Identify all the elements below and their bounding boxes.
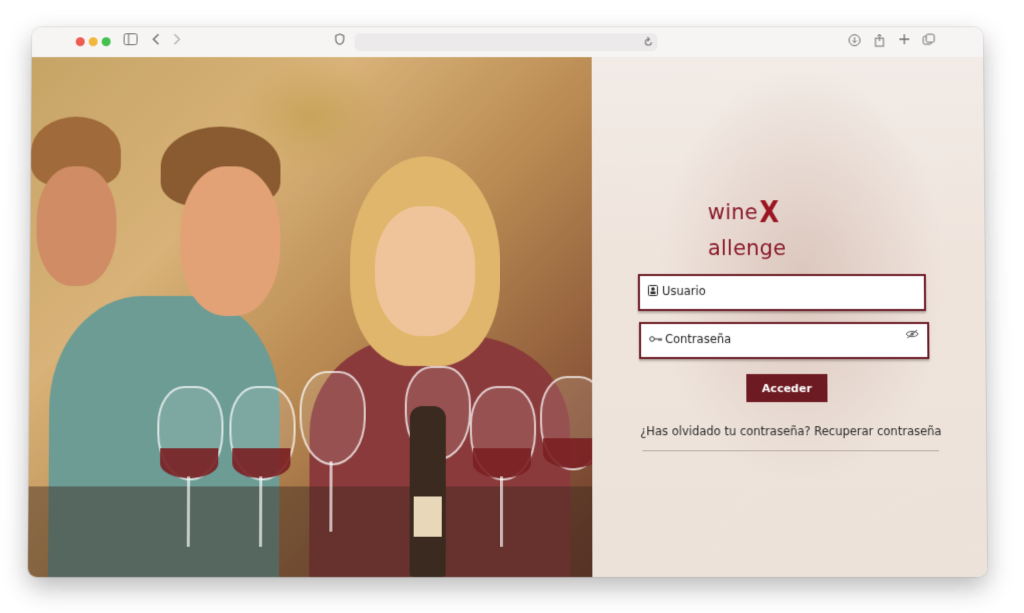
download-icon[interactable]	[847, 33, 863, 51]
username-field[interactable]: Usuario	[637, 274, 927, 311]
logo-text-part2: allenge	[707, 236, 787, 261]
glass-stem	[499, 476, 503, 547]
hero-photo	[27, 57, 593, 578]
plus-icon[interactable]	[896, 33, 912, 51]
table-shape	[27, 486, 593, 578]
person-shape	[374, 206, 476, 336]
wine-fill	[160, 448, 219, 479]
chevron-left-icon[interactable]	[148, 33, 164, 51]
user-badge-icon	[648, 285, 659, 299]
wine-bottle	[409, 406, 446, 578]
logo-x-mark: X	[759, 195, 780, 231]
sidebar-icon[interactable]	[123, 33, 139, 51]
browser-toolbar	[31, 27, 984, 59]
minimize-window-button[interactable]	[88, 37, 98, 47]
zoom-window-button[interactable]	[101, 37, 111, 47]
address-bar[interactable]	[354, 33, 658, 52]
key-icon	[648, 333, 663, 346]
login-panel: wineXallenge Usuario Contraseña Acceder …	[591, 57, 988, 578]
logo-text-part1: wine	[707, 200, 758, 225]
wine-fill	[472, 448, 532, 479]
browser-window: wineXallenge Usuario Contraseña Acceder …	[27, 27, 988, 578]
glass-stem	[329, 461, 333, 532]
page-content: wineXallenge Usuario Contraseña Acceder …	[27, 57, 988, 578]
password-field[interactable]: Contraseña	[639, 321, 930, 360]
tabs-overview-icon[interactable]	[921, 33, 937, 51]
share-icon[interactable]	[871, 33, 887, 51]
person-shape	[36, 166, 117, 287]
forgot-password-link[interactable]: ¿Has olvidado tu contraseña? Recuperar c…	[640, 424, 941, 438]
divider	[642, 450, 940, 452]
glass-stem	[259, 476, 263, 547]
wine-fill	[232, 448, 291, 479]
wine-fill	[543, 438, 593, 469]
privacy-shield-icon[interactable]	[332, 33, 348, 51]
close-window-button[interactable]	[75, 37, 85, 47]
bottle-label	[413, 496, 442, 537]
reload-icon[interactable]	[643, 33, 653, 55]
eye-slash-icon[interactable]	[905, 329, 919, 342]
glass-stem	[186, 476, 191, 547]
wine-glass	[299, 371, 366, 466]
chevron-right-icon[interactable]	[168, 33, 184, 51]
person-shape	[179, 166, 281, 316]
username-placeholder: Usuario	[661, 284, 706, 299]
password-placeholder: Contraseña	[665, 331, 732, 347]
login-submit-button[interactable]: Acceder	[746, 374, 828, 403]
brand-logo: wineXallenge	[707, 194, 858, 260]
